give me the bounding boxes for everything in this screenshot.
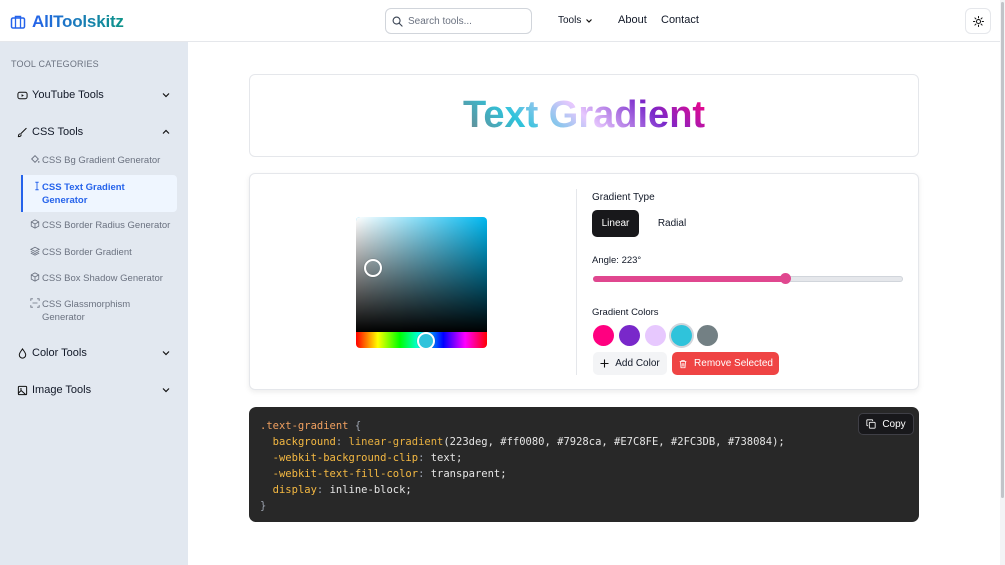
search-icon	[392, 16, 403, 27]
radial-type-button[interactable]: Radial	[648, 210, 696, 237]
add-color-button[interactable]: Add Color	[593, 352, 667, 375]
code-close-brace: }	[260, 500, 267, 512]
color-swatch[interactable]	[619, 325, 640, 346]
category-label: Color Tools	[32, 347, 87, 359]
chevron-down-icon	[162, 93, 170, 98]
angle-slider[interactable]	[593, 273, 903, 284]
code-property: background	[272, 436, 336, 448]
chevron-down-icon	[162, 388, 170, 393]
sidebar-item-label: CSS Border Radius Generator	[42, 220, 171, 231]
code-selector: .text-gradient	[260, 420, 349, 432]
search-box[interactable]	[385, 8, 532, 34]
copy-icon	[866, 419, 876, 429]
angle-slider-fill	[593, 276, 786, 282]
search-input[interactable]	[408, 15, 518, 27]
remove-selected-label: Remove Selected	[694, 358, 773, 369]
code-property: display	[272, 484, 317, 496]
sidebar-item-css-text-gradient[interactable]: CSS Text Gradient Generator	[32, 181, 172, 207]
youtube-icon	[16, 89, 28, 101]
color-swatch[interactable]	[593, 325, 614, 346]
gradient-type-label: Gradient Type	[592, 192, 655, 203]
nav-tools-label: Tools	[558, 15, 582, 26]
code-value: inline-block;	[323, 484, 412, 496]
sidebar-heading: TOOL CATEGORIES	[11, 59, 99, 69]
chevron-down-icon	[586, 18, 593, 23]
sidebar-item-label: CSS Glassmorphism Generator	[42, 299, 131, 323]
category-label: CSS Tools	[32, 126, 84, 138]
linear-type-button[interactable]: Linear	[592, 210, 639, 237]
color-swatch[interactable]	[671, 325, 692, 346]
sidebar-item-css-border-gradient[interactable]: CSS Border Gradient	[29, 246, 180, 260]
layers-icon	[29, 246, 42, 260]
sidebar-category-color-tools[interactable]: Color Tools	[16, 345, 174, 361]
code-brace: {	[348, 420, 362, 432]
gradient-colors-label: Gradient Colors	[592, 307, 659, 318]
category-label: YouTube Tools	[32, 89, 104, 101]
sidebar-item-label: CSS Border Gradient	[42, 247, 132, 258]
add-color-label: Add Color	[615, 358, 660, 369]
theme-toggle-button[interactable]	[965, 8, 991, 34]
logo-text: AllToolskitz	[32, 12, 124, 31]
scrollbar-thumb[interactable]	[1001, 2, 1004, 498]
sidebar-category-css-tools[interactable]: CSS Tools	[16, 124, 174, 140]
nav-contact-link[interactable]: Contact	[661, 14, 699, 26]
paint-bucket-icon	[30, 154, 42, 168]
code-property: -webkit-text-fill-color	[272, 468, 419, 480]
sidebar-item-css-border-radius[interactable]: CSS Border Radius Generator	[30, 219, 180, 233]
code-value: text;	[424, 452, 463, 464]
color-swatch[interactable]	[645, 325, 666, 346]
remove-selected-button[interactable]: Remove Selected	[672, 352, 779, 375]
plus-icon	[600, 359, 609, 368]
sidebar-item-css-box-shadow[interactable]: CSS Box Shadow Generator	[30, 272, 180, 286]
editor-divider	[576, 189, 577, 375]
code-property: -webkit-background-clip	[272, 452, 419, 464]
copy-button[interactable]: Copy	[858, 413, 914, 435]
saturation-handle[interactable]	[364, 259, 382, 277]
page-scrollbar[interactable]	[1000, 0, 1005, 565]
nav-about-link[interactable]: About	[618, 14, 647, 26]
css-code-block: .text-gradient { background: linear-grad…	[249, 407, 919, 522]
sun-icon	[972, 15, 984, 27]
gradient-editor-card: Gradient Type Linear Radial Angle: 223° …	[249, 173, 919, 390]
droplet-icon	[16, 347, 28, 359]
css-code: .text-gradient { background: linear-grad…	[260, 420, 785, 512]
sidebar-item-label: CSS Box Shadow Generator	[42, 273, 163, 284]
sidebar-item-css-glassmorphism[interactable]: CSS Glassmorphism Generator	[30, 298, 140, 324]
text-cursor-icon	[32, 181, 42, 207]
sidebar-item-label: CSS Bg Gradient Generator	[42, 155, 161, 166]
sidebar: TOOL CATEGORIES YouTube Tools CSS Tools …	[0, 42, 188, 565]
chevron-down-icon	[162, 351, 170, 356]
sidebar-category-image-tools[interactable]: Image Tools	[16, 382, 174, 398]
code-value: transparent;	[424, 468, 507, 480]
box-icon	[30, 272, 42, 286]
top-header: AllToolskitz Tools About Contact	[0, 0, 1000, 42]
category-label: Image Tools	[32, 384, 92, 396]
copy-label: Copy	[882, 418, 906, 430]
site-logo[interactable]: AllToolskitz	[10, 12, 124, 32]
hue-handle[interactable]	[417, 332, 435, 348]
nav-tools-dropdown[interactable]: Tools	[558, 15, 593, 26]
box-icon	[30, 219, 42, 233]
sidebar-category-youtube-tools[interactable]: YouTube Tools	[16, 87, 174, 103]
trash-icon	[679, 359, 687, 368]
code-function: linear-gradient	[348, 436, 444, 448]
angle-label: Angle: 223°	[592, 255, 642, 266]
color-swatch[interactable]	[697, 325, 718, 346]
gradient-preview-text: Text Gradient	[462, 94, 706, 136]
chevron-up-icon	[162, 129, 170, 134]
sidebar-item-css-bg-gradient[interactable]: CSS Bg Gradient Generator	[30, 154, 180, 168]
scan-icon	[30, 298, 42, 324]
toolbox-icon	[10, 15, 26, 29]
color-picker[interactable]	[356, 217, 487, 348]
image-icon	[16, 384, 28, 396]
gradient-preview-card: Text Gradient	[249, 74, 919, 157]
brush-icon	[16, 126, 28, 138]
angle-slider-thumb[interactable]	[780, 273, 792, 284]
code-value: (223deg, #ff0080, #7928ca, #E7C8FE, #2FC…	[443, 436, 785, 448]
sidebar-item-label: CSS Text Gradient Generator	[42, 182, 125, 206]
